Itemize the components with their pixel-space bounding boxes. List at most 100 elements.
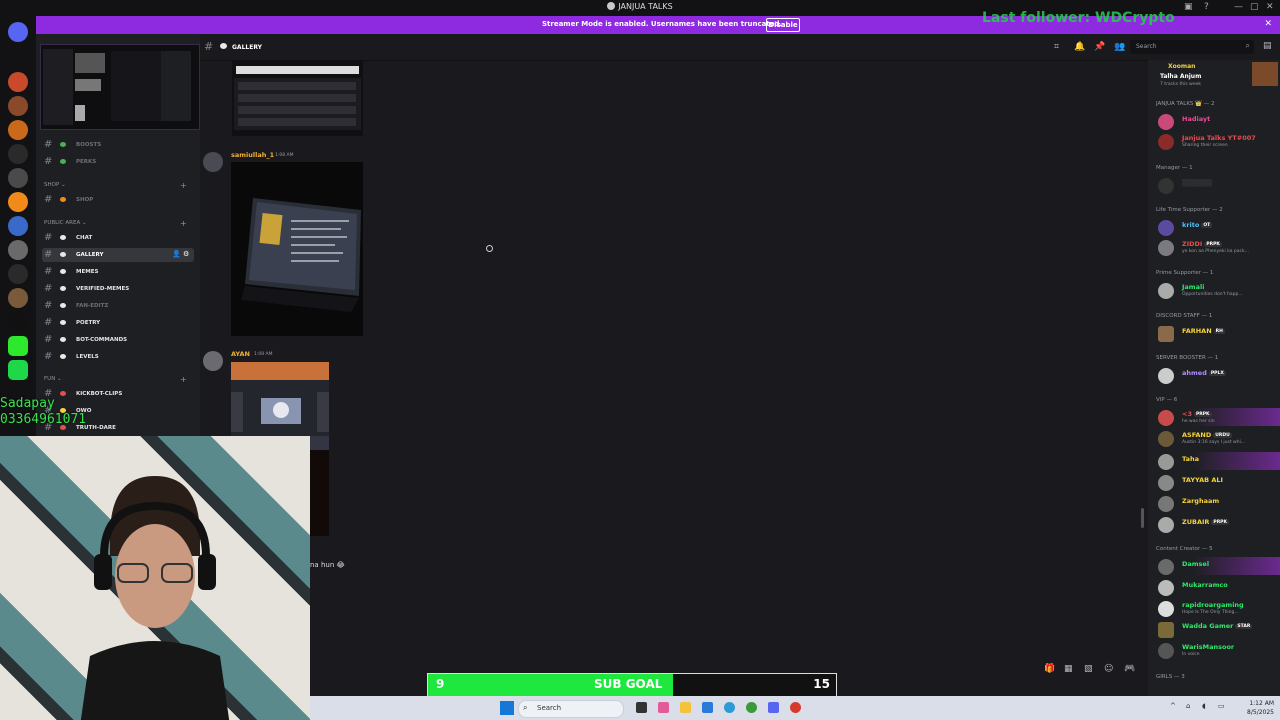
channel-verified-memes[interactable]: # VERIFIED-MEMES [42, 282, 194, 296]
channel-perks[interactable]: # PERKS [42, 155, 194, 169]
server-icon[interactable] [8, 360, 28, 380]
channel-chat[interactable]: # CHAT [42, 231, 194, 245]
app-icon[interactable] [790, 702, 801, 713]
server-icon[interactable] [8, 288, 28, 308]
server-icon[interactable] [8, 120, 28, 140]
scrollbar-thumb[interactable] [1141, 508, 1144, 528]
channel-boosts[interactable]: # BOOSTS [42, 138, 194, 152]
avatar [1158, 622, 1174, 638]
network-icon[interactable]: ⌂ [1186, 702, 1190, 710]
add-channel-icon[interactable]: + [180, 181, 187, 190]
chrome-icon[interactable] [746, 702, 757, 713]
member-item[interactable]: Damsel [1156, 557, 1280, 575]
message-author[interactable]: samiullah_1 [231, 151, 274, 159]
inbox-icon[interactable]: ▣ [1184, 2, 1193, 12]
add-channel-icon[interactable]: + [180, 219, 187, 228]
member-item[interactable]: <3 PRPK he was her sin [1156, 408, 1280, 426]
category-shop[interactable]: SHOP ⌄ + [44, 181, 187, 190]
member-item[interactable]: ZIDDI PRPK ye kon aa Phenyeki ka pack... [1156, 238, 1280, 256]
chevron-up-icon[interactable]: ^ [1170, 702, 1176, 710]
taskbar-clock[interactable]: 1:12 AM 8/5/2025 [1247, 699, 1274, 717]
avatar [1158, 134, 1174, 150]
store-icon[interactable] [702, 702, 713, 713]
sticker-icon[interactable]: ▧ [1084, 664, 1093, 674]
channel-shop[interactable]: # SHOP [42, 193, 194, 207]
member-item[interactable]: TAYYAB ALI [1156, 473, 1280, 491]
member-item[interactable]: ▒▒▒▒▒▒ [1156, 176, 1280, 194]
member-item[interactable]: WarisMansoor In voice [1156, 641, 1280, 659]
search-input[interactable]: Search ⌕ [1130, 40, 1254, 54]
disable-streamer-mode-button[interactable]: Disable [766, 18, 800, 32]
member-item[interactable]: krito OT [1156, 218, 1280, 236]
channel-bot-commands[interactable]: # BOT-COMMANDS [42, 333, 194, 347]
member-item[interactable]: Wadda Gamer STAR [1156, 620, 1280, 638]
server-icon[interactable] [8, 216, 28, 236]
task-view-icon[interactable] [636, 702, 647, 713]
category-fun[interactable]: FUN ⌄ + [44, 375, 187, 384]
server-icon[interactable] [8, 264, 28, 284]
message-author[interactable]: AYAN [231, 350, 250, 358]
message-image-keyboard[interactable] [232, 60, 363, 136]
server-icon[interactable] [8, 144, 28, 164]
edge-icon[interactable] [724, 702, 735, 713]
member-item[interactable]: rapidroargaming Hope Is The Only Thing... [1156, 599, 1280, 617]
hash-icon: # [44, 266, 53, 277]
gear-icon[interactable]: ⚙ [183, 250, 189, 258]
add-member-icon[interactable]: 👤 [172, 250, 181, 258]
minimize-button[interactable]: — [1234, 2, 1243, 12]
close-icon[interactable]: ✕ [1264, 19, 1272, 29]
member-item[interactable]: Taha [1156, 452, 1280, 470]
gift-icon[interactable]: 🎁 [1044, 664, 1055, 674]
close-button[interactable]: ✕ [1266, 2, 1274, 12]
copilot-icon[interactable] [658, 702, 669, 713]
avatar[interactable] [203, 351, 223, 371]
threads-icon[interactable]: ⌗ [1054, 42, 1059, 52]
inbox-icon[interactable]: ▤ [1263, 41, 1272, 51]
hash-icon: # [204, 40, 214, 53]
speech-bubble-icon [60, 252, 66, 257]
emoji-icon[interactable]: ☺ [1104, 664, 1113, 674]
member-activity-card[interactable]: Xooman Talha Anjum 7 tracks this week [1156, 62, 1280, 87]
server-icon[interactable] [8, 240, 28, 260]
maximize-button[interactable]: ▢ [1250, 2, 1259, 12]
channel-gallery[interactable]: # GALLERY 👤 ⚙ [42, 248, 194, 262]
direct-messages-icon[interactable] [8, 22, 28, 42]
avatar[interactable] [203, 152, 223, 172]
discord-icon[interactable] [768, 702, 779, 713]
server-icon[interactable] [8, 336, 28, 356]
channel-levels[interactable]: # LEVELS [42, 350, 194, 364]
battery-icon[interactable]: ▭ [1218, 702, 1225, 710]
member-item[interactable]: ASFAND URDU Austin 3:16 says I just whi... [1156, 429, 1280, 447]
member-item[interactable]: Hadiayt [1156, 112, 1280, 130]
server-icon[interactable] [8, 72, 28, 92]
hash-icon: # [44, 334, 53, 345]
member-item[interactable]: Mukarramco [1156, 578, 1280, 596]
help-icon[interactable]: ? [1204, 2, 1209, 12]
file-explorer-icon[interactable] [680, 702, 691, 713]
apps-icon[interactable]: 🎮 [1124, 664, 1135, 674]
member-item[interactable]: FARHAN RH [1156, 324, 1280, 342]
notification-bell-icon[interactable]: 🔔 [1074, 42, 1085, 52]
message-image-laptop[interactable] [231, 162, 363, 336]
channel-memes[interactable]: # MEMES [42, 265, 194, 279]
server-icon[interactable] [8, 96, 28, 116]
volume-icon[interactable]: ◖ [1202, 702, 1206, 710]
member-list-icon[interactable]: 👥 [1114, 42, 1125, 52]
member-item[interactable]: ZUBAIR PRPK [1156, 515, 1280, 533]
add-channel-icon[interactable]: + [180, 375, 187, 384]
channel-fan-editz[interactable]: # FAN-EDITZ [42, 299, 194, 313]
pin-icon[interactable]: 📌 [1094, 42, 1105, 52]
gif-icon[interactable]: ▦ [1064, 664, 1073, 674]
server-icon[interactable] [8, 168, 28, 188]
taskbar-search-input[interactable]: ⌕ Search [518, 700, 624, 718]
channel-poetry[interactable]: # POETRY [42, 316, 194, 330]
server-icon[interactable] [8, 192, 28, 212]
member-item[interactable]: Zarghaam [1156, 494, 1280, 512]
member-item[interactable]: Janjua Talks YT#007 Sharing their screen [1156, 132, 1280, 150]
server-icon[interactable] [8, 312, 28, 332]
stream-preview-thumbnail[interactable] [40, 44, 200, 130]
category-public-area[interactable]: PUBLIC AREA ⌄ + [44, 219, 187, 228]
windows-start-icon[interactable] [500, 701, 514, 715]
member-item[interactable]: Jamali Opportunities don't happ... [1156, 281, 1280, 299]
member-item[interactable]: ahmed PPLX [1156, 366, 1280, 384]
